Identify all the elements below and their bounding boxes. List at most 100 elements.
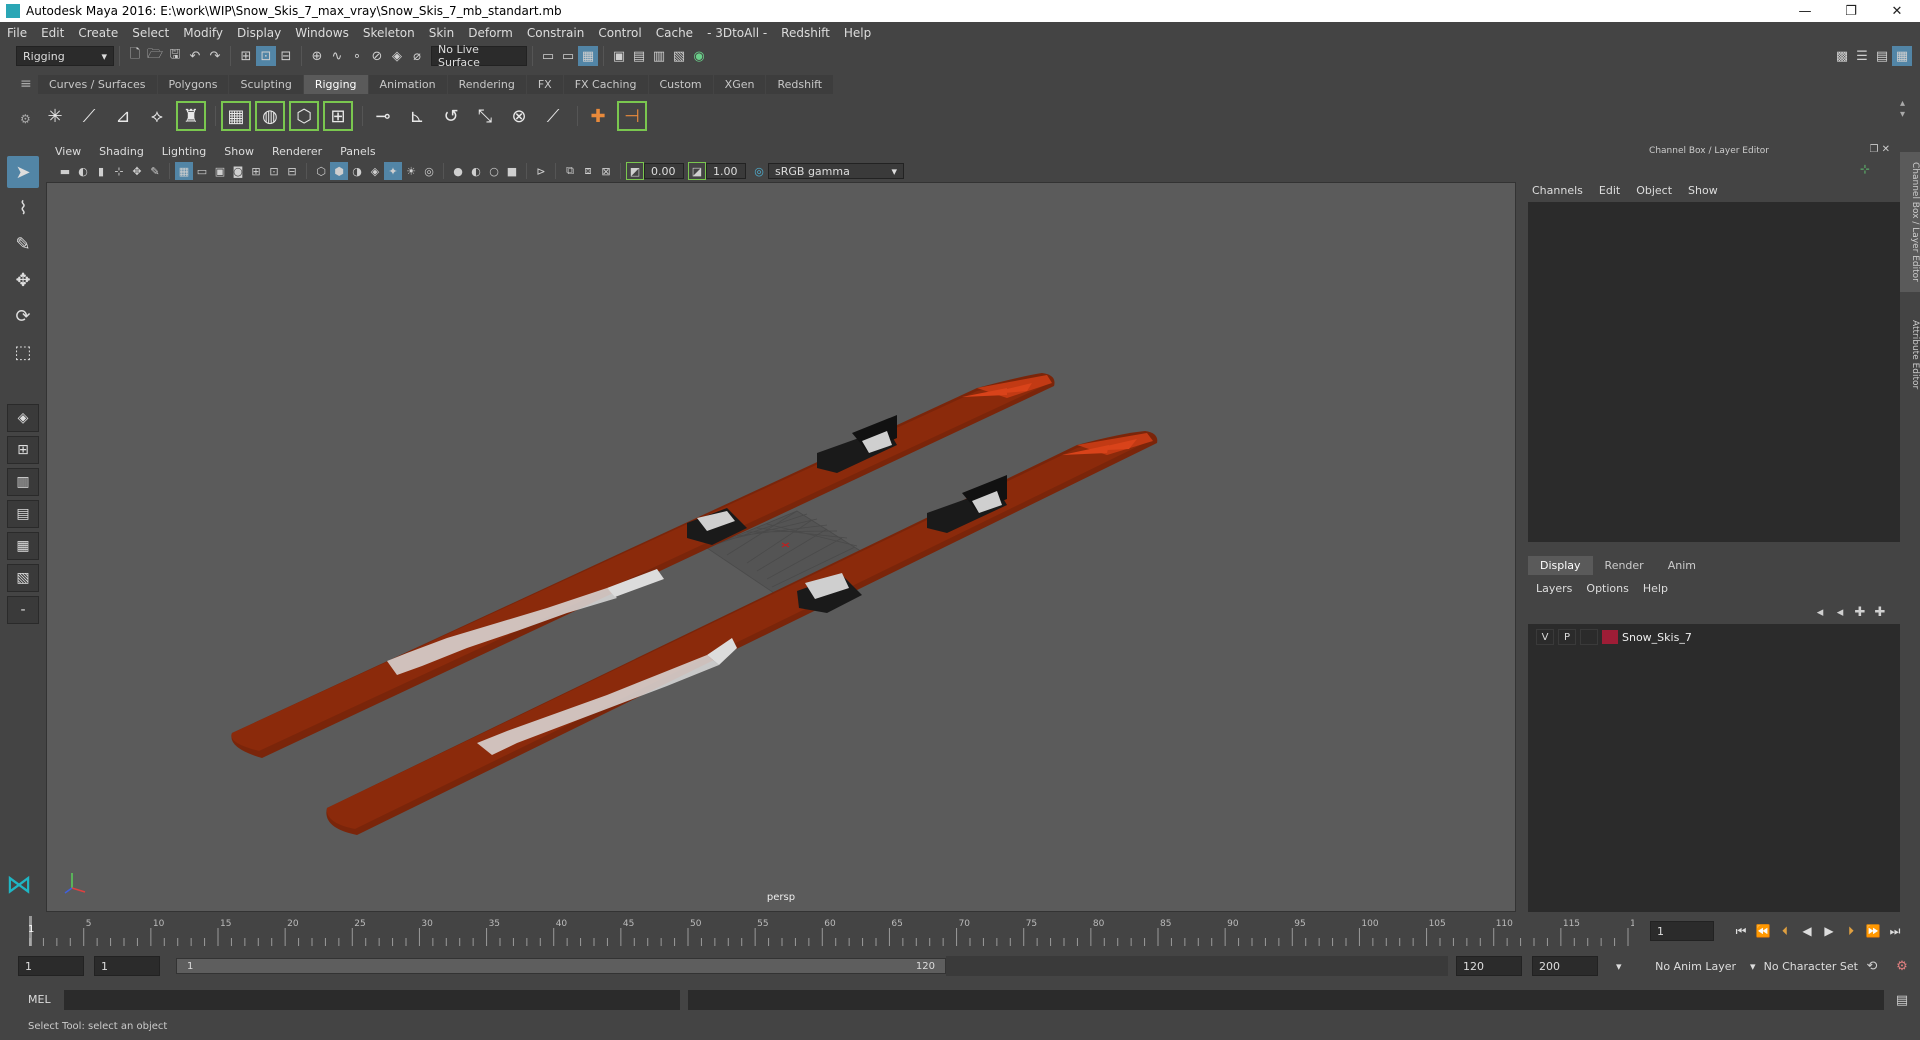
step-back-icon[interactable]: ⏪ xyxy=(1752,920,1774,942)
layer-name[interactable]: Snow_Skis_7 xyxy=(1622,631,1692,644)
help-menu[interactable]: Help xyxy=(1643,582,1668,595)
redo-icon[interactable]: ↷ xyxy=(205,46,225,66)
open-scene-icon[interactable]: 🗁 xyxy=(145,46,165,66)
channels-menu[interactable]: Channels xyxy=(1532,184,1583,197)
gamma-field[interactable]: 1.00 xyxy=(706,163,746,179)
persp-outliner-layout-icon[interactable]: ▥ xyxy=(7,468,39,496)
snap-curve-icon[interactable]: ∿ xyxy=(327,46,347,66)
snap-surface-icon[interactable]: ◈ xyxy=(387,46,407,66)
show-menu[interactable]: Show xyxy=(1688,184,1718,197)
menu-create[interactable]: Create xyxy=(71,26,125,40)
undo-icon[interactable]: ↶ xyxy=(185,46,205,66)
animation-start-field[interactable]: 1 xyxy=(18,956,84,976)
two-d-pan-icon[interactable]: ✥ xyxy=(128,162,146,180)
xray-components-icon[interactable]: ⊠ xyxy=(597,162,615,180)
modeling-toolkit-icon[interactable]: ▩ xyxy=(1832,46,1852,66)
aim-constraint-icon[interactable]: ⊗ xyxy=(504,101,534,131)
hypershade-layout-icon[interactable]: ▦ xyxy=(7,532,39,560)
gate-mask-icon[interactable]: ◙ xyxy=(229,162,247,180)
time-slider[interactable]: 5 10 15 20 25 30 35 40 45 50 55 60 65 70 75 80 85 90 95 100… xyxy=(24,916,1647,946)
move-layer-down-icon[interactable]: ◂ xyxy=(1830,602,1850,622)
move-layer-up-icon[interactable]: ◂ xyxy=(1810,602,1830,622)
menu-redshift[interactable]: Redshift xyxy=(774,26,837,40)
maximize-button[interactable]: ❐ xyxy=(1828,0,1874,22)
menu-deform[interactable]: Deform xyxy=(461,26,520,40)
grease-pencil-icon[interactable]: ✎ xyxy=(146,162,164,180)
go-to-end-icon[interactable]: ⏭ xyxy=(1884,920,1906,942)
snap-grid-icon[interactable]: ⊕ xyxy=(307,46,327,66)
lasso-tool-icon[interactable]: ⌇ xyxy=(7,192,39,224)
bookmark-icon[interactable]: ▮ xyxy=(92,162,110,180)
playback-start-field[interactable]: 1 xyxy=(94,956,160,976)
menu-cache[interactable]: Cache xyxy=(649,26,700,40)
resolution-gate-icon[interactable]: ▣ xyxy=(211,162,229,180)
tab-xgen[interactable]: XGen xyxy=(713,74,766,94)
render-frame-icon[interactable]: ▤ xyxy=(629,46,649,66)
pole-vector-icon[interactable]: ⟋ xyxy=(538,101,568,131)
tab-polygons[interactable]: Polygons xyxy=(157,74,229,94)
construction-history-icon[interactable]: ▦ xyxy=(578,46,598,66)
play-backwards-icon[interactable]: ◀ xyxy=(1796,920,1818,942)
save-scene-icon[interactable]: 🖫 xyxy=(165,46,185,66)
persp-graph-layout-icon[interactable]: ▤ xyxy=(7,500,39,528)
snap-point-icon[interactable]: ∘ xyxy=(347,46,367,66)
tab-custom[interactable]: Custom xyxy=(648,74,713,94)
tab-rendering[interactable]: Rendering xyxy=(447,74,526,94)
field-chart-icon[interactable]: ⊞ xyxy=(247,162,265,180)
layer-color-swatch[interactable] xyxy=(1602,630,1618,644)
output-ops-icon[interactable]: ▭ xyxy=(558,46,578,66)
panel-menu-renderer[interactable]: Renderer xyxy=(263,145,331,158)
play-forwards-icon[interactable]: ▶ xyxy=(1818,920,1840,942)
scale-constraint-icon[interactable]: ⤡ xyxy=(470,101,500,131)
layer-playback-toggle[interactable]: P xyxy=(1558,629,1576,645)
shelf-settings-icon[interactable]: ⚙ xyxy=(20,112,31,126)
hypershade-icon[interactable]: ◉ xyxy=(689,46,709,66)
grid-toggle-icon[interactable]: ▦ xyxy=(175,162,193,180)
panel-menu-show[interactable]: Show xyxy=(215,145,263,158)
tool-settings-icon[interactable]: ▤ xyxy=(1872,46,1892,66)
current-frame-field[interactable]: 1 xyxy=(1650,921,1714,941)
menu-constrain[interactable]: Constrain xyxy=(520,26,592,40)
menu-3dtoall[interactable]: - 3DtoAll - xyxy=(700,26,774,40)
select-hierarchy-icon[interactable]: ⊞ xyxy=(236,46,256,66)
motion-blur-icon[interactable]: ◐ xyxy=(467,162,485,180)
animation-preferences-icon[interactable]: ⚙ xyxy=(1892,956,1912,976)
ik-handle-icon[interactable]: ⊿ xyxy=(108,101,138,131)
parent-constraint-icon[interactable]: ⊸ xyxy=(368,101,398,131)
quick-rig-icon[interactable]: ♜ xyxy=(176,101,206,131)
new-layer-selected-icon[interactable]: ✚ xyxy=(1870,602,1890,622)
anti-aliasing-icon[interactable]: ○ xyxy=(485,162,503,180)
tab-redshift[interactable]: Redshift xyxy=(766,74,834,94)
shelf-scroll-icon[interactable]: ▴ ▾ xyxy=(1900,98,1905,120)
object-menu[interactable]: Object xyxy=(1636,184,1672,197)
exposure-icon[interactable]: ◩ xyxy=(626,162,644,180)
point-constraint-icon[interactable]: ⊾ xyxy=(402,101,432,131)
tab-fx-caching[interactable]: FX Caching xyxy=(563,74,648,94)
side-tab-attribute-editor[interactable]: Attribute Editor xyxy=(1900,310,1920,400)
rotate-tool-icon[interactable]: ⟳ xyxy=(7,300,39,332)
step-forward-icon[interactable]: ⏩ xyxy=(1862,920,1884,942)
move-tool-icon[interactable]: ✥ xyxy=(7,264,39,296)
screen-space-ao-icon[interactable]: ● xyxy=(449,162,467,180)
insert-joint-icon[interactable]: ⟋ xyxy=(74,101,104,131)
panel-menu-view[interactable]: View xyxy=(46,145,90,158)
step-forward-key-icon[interactable]: ⏵ xyxy=(1840,920,1862,942)
camera-attributes-icon[interactable]: ◐ xyxy=(74,162,92,180)
panel-menu-lighting[interactable]: Lighting xyxy=(153,145,215,158)
wireframe-on-shaded-icon[interactable]: ◑ xyxy=(348,162,366,180)
four-view-layout-icon[interactable]: ⊞ xyxy=(7,436,39,464)
command-language-label[interactable]: MEL xyxy=(28,993,51,1006)
film-gate-icon[interactable]: ▭ xyxy=(193,162,211,180)
layer-display-type[interactable] xyxy=(1580,629,1598,645)
manipulator-icon[interactable]: ⊹ xyxy=(1860,162,1870,176)
panel-float-close-icon[interactable]: ❐ ✕ xyxy=(1869,144,1890,155)
paint-select-icon[interactable]: ✎ xyxy=(7,228,39,260)
ik-spline-icon[interactable]: ⟡ xyxy=(142,101,172,131)
command-input[interactable] xyxy=(64,990,680,1010)
locator-icon[interactable]: ✚ xyxy=(583,101,613,131)
render-settings-icon[interactable]: ▧ xyxy=(669,46,689,66)
close-button[interactable]: ✕ xyxy=(1874,0,1920,22)
select-camera-icon[interactable]: ▬ xyxy=(56,162,74,180)
xray-joints-icon[interactable]: ⧈ xyxy=(579,162,597,180)
exposure-field[interactable]: 0.00 xyxy=(644,163,684,179)
